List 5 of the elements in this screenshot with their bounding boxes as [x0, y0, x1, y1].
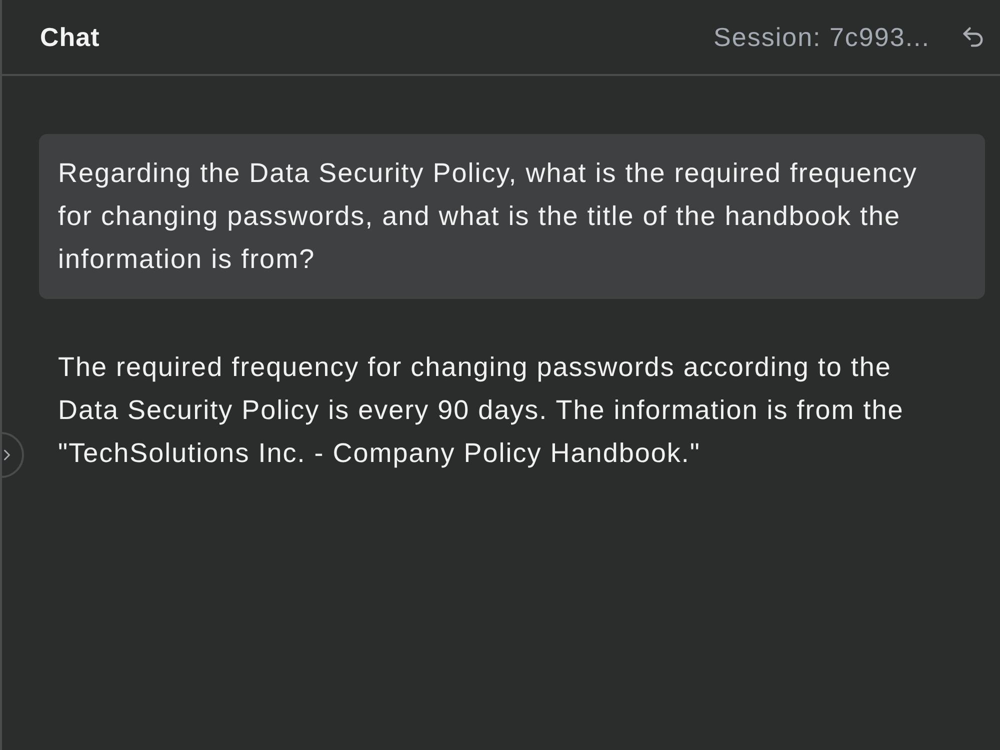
- session-id: Session: 7c993...: [714, 22, 930, 52]
- user-message: Regarding the Data Security Policy, what is the required frequency for changing passwords, and what is the title of the handbook the information is from?: [39, 134, 985, 299]
- assistant-message: The required frequency for changing passwords according to the Data Security Policy is every 90 days. The information is from the "TechSolutions Inc. - Company Policy Handbook.": [58, 351, 905, 470]
- chevron-right-icon: [3, 449, 11, 461]
- chat-title: Chat: [40, 22, 100, 52]
